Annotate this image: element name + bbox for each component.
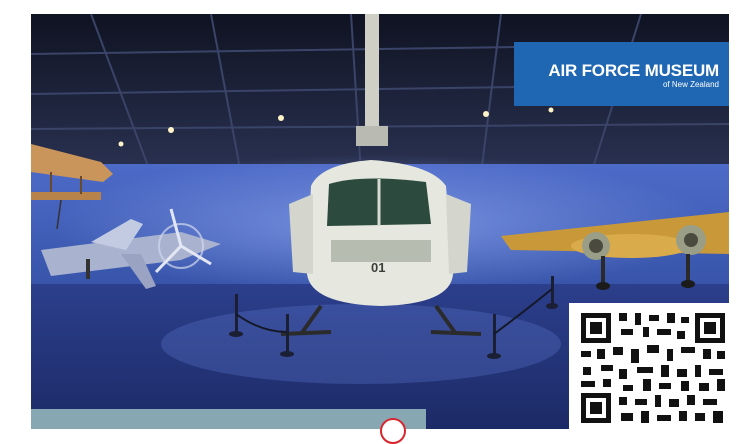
logo-title: AIR FORCE MUSEUM <box>548 61 719 80</box>
air-force-museum-logo: AIR FORCE MUSEUM of New Zealand <box>514 42 729 106</box>
qr-code-icon <box>577 309 729 427</box>
caption-strip <box>31 409 426 429</box>
helicopter-tail-number: 01 <box>371 260 385 275</box>
logo-subtitle: of New Zealand <box>662 80 719 89</box>
badge-circle-icon <box>380 418 406 444</box>
qr-code[interactable] <box>569 303 738 429</box>
